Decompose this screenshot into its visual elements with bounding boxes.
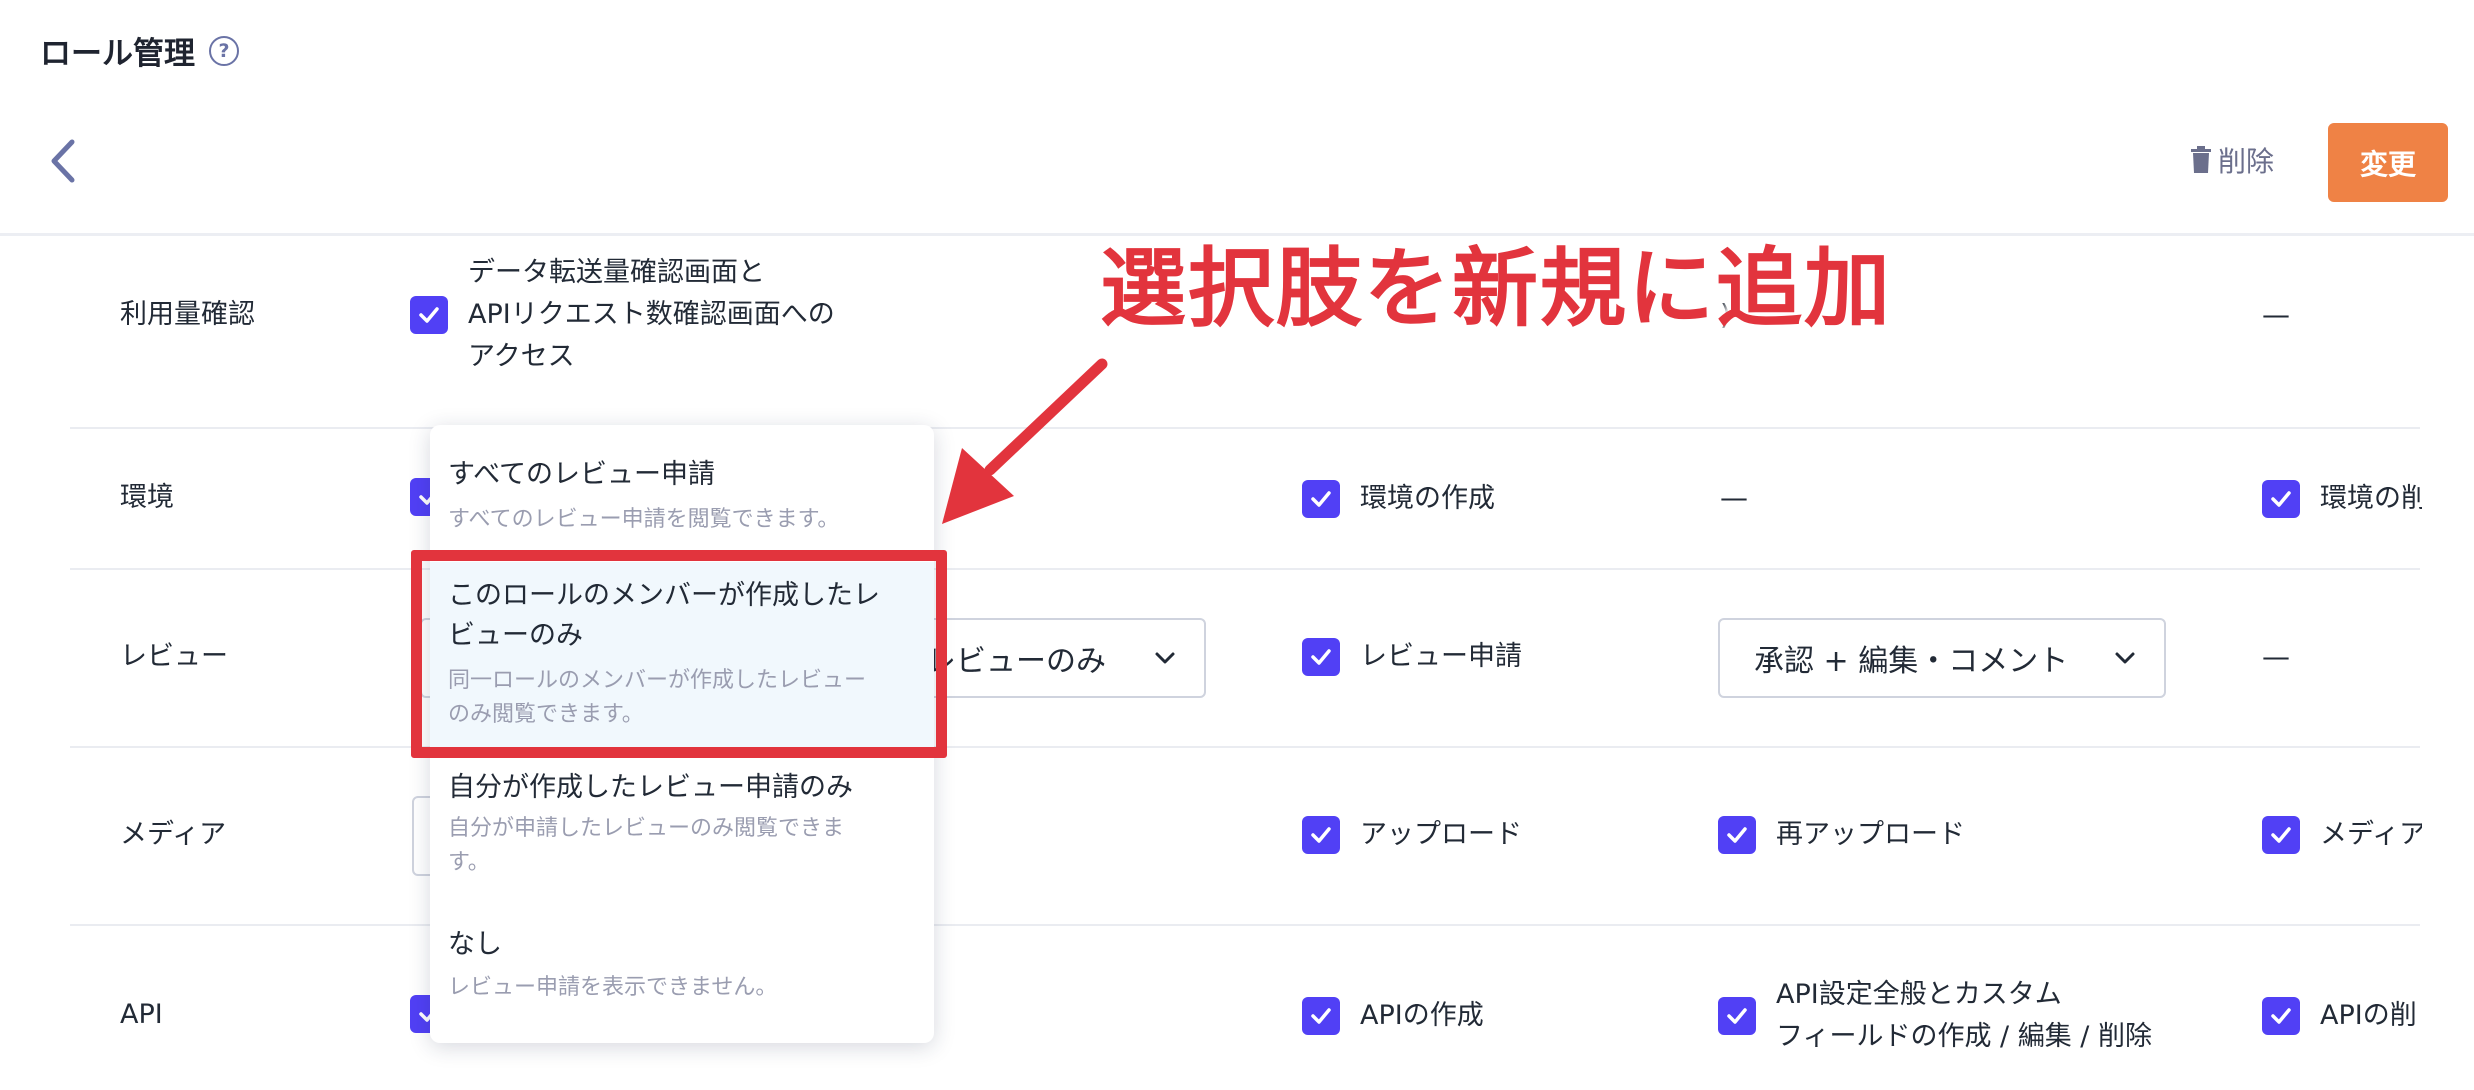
row-label-review: レビュー	[120, 641, 228, 672]
environment-create-label: 環境の作成	[1360, 483, 1495, 514]
trash-icon	[2191, 146, 2211, 173]
row-label-usage: 利用量確認	[120, 299, 255, 330]
page-title: ロール管理	[40, 36, 195, 72]
check-icon	[1727, 827, 1747, 843]
row-label-api: API	[120, 999, 163, 1030]
environment-col4: —	[1720, 481, 1748, 514]
api-settings-line: フィールドの作成 / 編集 / 削除	[1776, 1021, 2152, 1052]
option-description: すべてのレビュー申請を閲覧できます。	[448, 507, 840, 532]
usage-col5: —	[2262, 298, 2290, 331]
annotation-highlight-box	[411, 550, 947, 758]
check-icon	[1311, 491, 1331, 507]
media-col5[interactable]: メディア	[2262, 814, 2422, 856]
usage-permission-line: APIリクエスト数確認画面への	[468, 299, 835, 330]
usage-permission-line: アクセス	[468, 341, 575, 372]
api-delete[interactable]: APIの削	[2262, 995, 2422, 1037]
delete-button[interactable]: 削除	[2190, 140, 2274, 180]
environment-delete[interactable]: 環境の削	[2262, 478, 2422, 520]
review-approval-select[interactable]: 承認 + 編集・コメント	[1718, 618, 2166, 698]
dropdown-option-self[interactable]: 自分が作成したレビュー申請のみ 自分が申請したレビューのみ閲覧できま す。	[430, 768, 934, 880]
annotation-text: 選択肢を新規に追加	[1100, 239, 1892, 339]
api-settings[interactable]: API設定全般とカスタム フィールドの作成 / 編集 / 削除	[1718, 974, 2152, 1058]
media-col5-label: メディア	[2320, 819, 2422, 850]
row-divider	[70, 924, 2420, 926]
check-icon	[1311, 827, 1331, 843]
option-title: 自分が作成したレビュー申請のみ	[448, 772, 853, 803]
review-scope-value: レビューのみ	[926, 644, 1106, 679]
option-title: なし	[448, 929, 502, 960]
chevron-down-icon	[1155, 652, 1175, 664]
checkbox-checked[interactable]	[2262, 997, 2300, 1035]
review-request-label: レビュー申請	[1360, 641, 1522, 672]
media-upload-label: アップロード	[1360, 819, 1522, 850]
option-description: す。	[448, 850, 490, 875]
checkbox-checked[interactable]	[1302, 816, 1340, 854]
checkbox-checked[interactable]	[2262, 816, 2300, 854]
review-request[interactable]: レビュー申請	[1302, 636, 1522, 678]
option-description: レビュー申請を表示できません。	[448, 975, 778, 1000]
checkbox-checked[interactable]	[1302, 480, 1340, 518]
back-button[interactable]	[46, 136, 86, 186]
option-description: 自分が申請したレビューのみ閲覧できま	[448, 816, 845, 841]
media-reupload[interactable]: 再アップロード	[1718, 814, 1965, 856]
api-create-label: APIの作成	[1360, 1000, 1484, 1031]
dropdown-option-none[interactable]: なし レビュー申請を表示できません。	[430, 925, 934, 1005]
help-icon[interactable]: ?	[209, 35, 239, 66]
check-icon	[1311, 1008, 1331, 1024]
checkbox-checked[interactable]	[1302, 638, 1340, 676]
check-icon	[1311, 649, 1331, 665]
environment-delete-label: 環境の削	[2320, 483, 2422, 514]
review-col5: —	[2262, 640, 2290, 673]
check-icon	[2271, 1008, 2291, 1024]
row-label-environment: 環境	[120, 482, 174, 513]
option-title: すべてのレビュー申請	[448, 459, 716, 490]
checkbox-checked[interactable]	[1718, 997, 1756, 1035]
usage-permission-line: データ転送量確認画面と	[468, 257, 765, 288]
row-divider	[70, 427, 2420, 429]
check-icon	[1727, 1008, 1747, 1024]
checkbox-checked[interactable]	[1302, 997, 1340, 1035]
chevron-left-icon	[51, 139, 75, 183]
api-settings-line: API設定全般とカスタム	[1776, 979, 2062, 1010]
media-reupload-label: 再アップロード	[1776, 819, 1965, 850]
api-delete-label: APIの削	[2320, 1000, 2417, 1031]
page-header: ロール管理 ?	[40, 28, 239, 73]
api-create[interactable]: APIの作成	[1302, 995, 1484, 1037]
checkbox-checked[interactable]	[2262, 480, 2300, 518]
checkbox-checked[interactable]	[410, 296, 448, 334]
dropdown-option-all[interactable]: すべてのレビュー申請 すべてのレビュー申請を閲覧できます。	[430, 455, 934, 537]
check-icon	[419, 307, 439, 323]
change-button[interactable]: 変更	[2328, 123, 2448, 202]
check-icon	[2271, 827, 2291, 843]
check-icon	[2271, 491, 2291, 507]
row-label-media: メディア	[120, 819, 227, 850]
delete-label: 削除	[2218, 145, 2275, 178]
environment-create[interactable]: 環境の作成	[1302, 478, 1495, 520]
review-approval-value: 承認 + 編集・コメント	[1754, 644, 2069, 679]
media-upload[interactable]: アップロード	[1302, 814, 1522, 856]
annotation-arrow-icon	[942, 358, 1108, 524]
usage-permission[interactable]: データ転送量確認画面と APIリクエスト数確認画面への アクセス	[410, 252, 835, 378]
chevron-down-icon	[2115, 652, 2135, 664]
checkbox-checked[interactable]	[1718, 816, 1756, 854]
